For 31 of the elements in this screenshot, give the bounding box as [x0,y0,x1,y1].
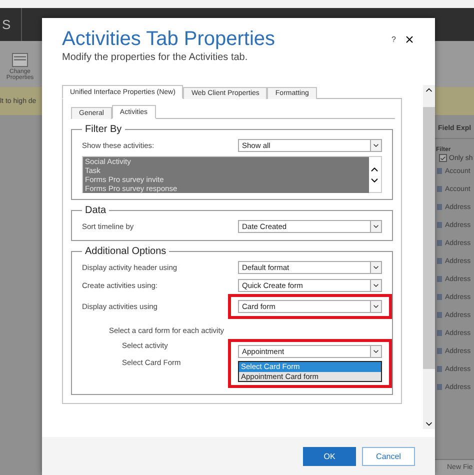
field-icon [437,168,442,174]
cancel-button[interactable]: Cancel [362,446,415,466]
field-icon [437,240,442,246]
field-icon [437,348,442,354]
caret-icon [370,280,381,290]
close-icon[interactable] [404,34,415,44]
field-icon [437,384,442,390]
caret-icon [370,262,381,272]
field-icon [437,204,442,210]
dialog-title: Activities Tab Properties [62,28,276,50]
field-icon [437,294,442,300]
scrollbar[interactable] [423,85,435,429]
caret-icon [370,220,381,232]
field-icon [437,186,442,192]
field-icon [437,258,442,264]
checkbox[interactable] [439,154,447,162]
field-icon [437,312,442,318]
dialog-subtitle: Modify the properties for the Activities tab. [62,52,249,63]
caret-icon [370,140,381,150]
group-title: Additional Options [84,246,168,257]
caret-icon [370,346,381,357]
field-icon [437,222,442,228]
group-title: Data [84,205,108,216]
caret-icon [370,300,381,312]
help-button[interactable]: ? [392,34,396,44]
field-icon [437,330,442,336]
ok-button[interactable]: OK [303,446,356,466]
group-title: Filter By [84,124,123,135]
field-icon [437,366,442,372]
form-icon [12,53,28,67]
field-icon [437,276,442,282]
